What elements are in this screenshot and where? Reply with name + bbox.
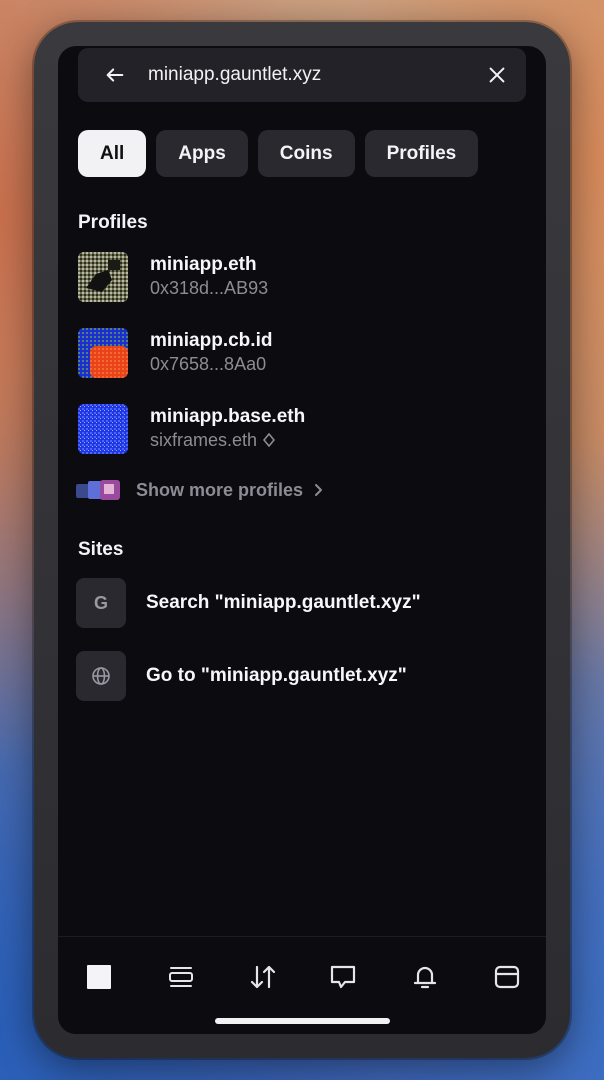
bell-icon[interactable] xyxy=(405,957,445,997)
profile-name: miniapp.eth xyxy=(150,254,257,275)
site-row-go-to[interactable]: Go to "miniapp.gauntlet.xyz" xyxy=(76,651,407,701)
profile-row[interactable]: miniapp.cb.id 0x7658...8Aa0 xyxy=(78,328,272,378)
avatar xyxy=(78,328,128,378)
chip-profiles[interactable]: Profiles xyxy=(364,130,479,177)
profile-name: miniapp.cb.id xyxy=(150,330,273,351)
profile-row[interactable]: miniapp.eth 0x318d...AB93 xyxy=(78,252,268,302)
globe-icon xyxy=(76,651,126,701)
avatar xyxy=(78,252,128,302)
feed-icon[interactable] xyxy=(161,957,201,997)
profile-thumbnails-icon xyxy=(76,480,120,500)
ens-diamond-icon xyxy=(263,433,276,447)
home-icon[interactable] xyxy=(79,957,119,997)
site-label: Search "miniapp.gauntlet.xyz" xyxy=(146,592,421,613)
app-screen: miniapp.gauntlet.xyz All Apps Coins Prof… xyxy=(58,46,546,1034)
show-more-profiles[interactable]: Show more profiles xyxy=(76,478,325,502)
site-row-search[interactable]: G Search "miniapp.gauntlet.xyz" xyxy=(76,578,421,628)
chip-coins[interactable]: Coins xyxy=(257,130,355,177)
wallet-icon[interactable] xyxy=(487,957,527,997)
home-indicator xyxy=(215,1018,390,1024)
section-title-profiles: Profiles xyxy=(78,212,148,233)
profile-name: miniapp.base.eth xyxy=(150,406,306,427)
section-title-sites: Sites xyxy=(78,539,124,560)
google-icon: G xyxy=(76,578,126,628)
profile-address: 0x318d...AB93 xyxy=(150,278,269,298)
site-label: Go to "miniapp.gauntlet.xyz" xyxy=(146,665,407,686)
search-input[interactable]: miniapp.gauntlet.xyz xyxy=(148,64,486,86)
profile-address: 0x7658...8Aa0 xyxy=(150,354,267,374)
arrow-left-icon[interactable] xyxy=(104,64,126,86)
chevron-right-icon xyxy=(315,484,323,496)
profile-row[interactable]: miniapp.base.eth sixframes.eth xyxy=(78,404,305,454)
chip-apps[interactable]: Apps xyxy=(156,130,248,177)
filter-chips: All Apps Coins Profiles xyxy=(78,130,479,177)
swap-icon[interactable] xyxy=(243,957,283,997)
profile-address: sixframes.eth xyxy=(150,428,305,452)
search-bar[interactable]: miniapp.gauntlet.xyz xyxy=(78,48,526,102)
avatar xyxy=(78,404,128,454)
close-icon[interactable] xyxy=(486,64,508,86)
chat-icon[interactable] xyxy=(323,957,363,997)
chip-all[interactable]: All xyxy=(78,130,147,177)
